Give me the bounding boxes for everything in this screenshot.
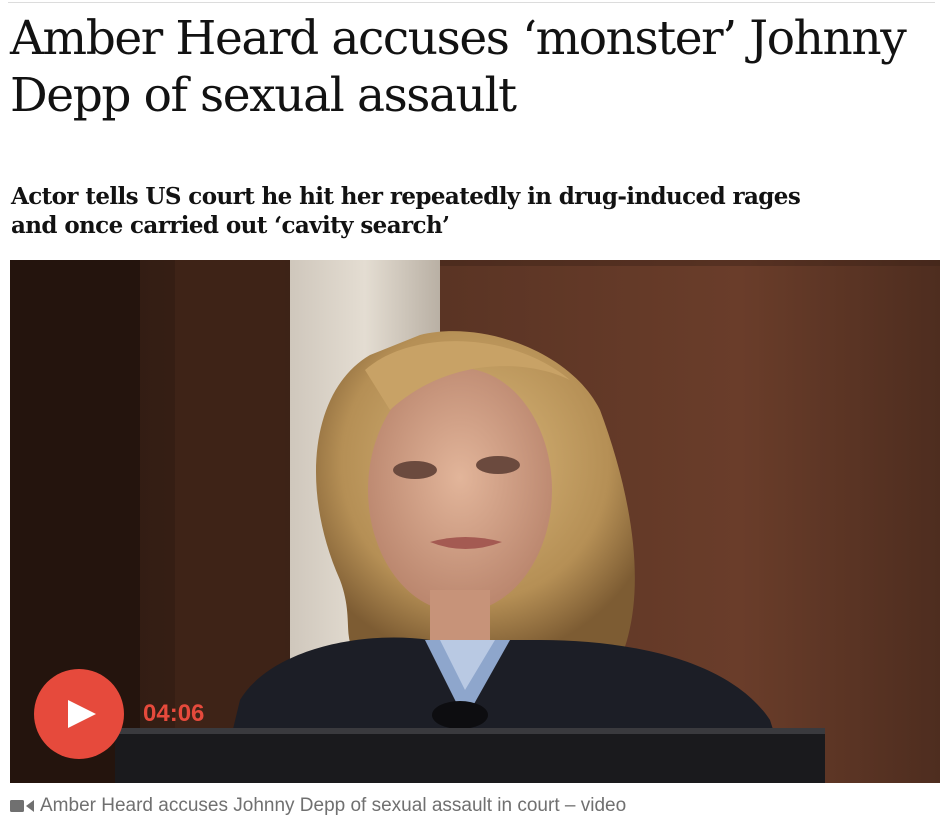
top-divider	[8, 2, 935, 3]
video-caption: Amber Heard accuses Johnny Depp of sexua…	[10, 794, 626, 818]
article-headline: Amber Heard accuses ‘monster’ Johnny Dep…	[10, 11, 907, 123]
article-standfirst: Actor tells US court he hit her repeated…	[11, 183, 801, 239]
video-player[interactable]: 04:06	[10, 260, 940, 783]
video-caption-text: Amber Heard accuses Johnny Depp of sexua…	[40, 795, 627, 816]
video-duration: 04:06	[143, 700, 205, 727]
play-icon	[68, 700, 96, 728]
video-camera-icon	[10, 799, 34, 813]
play-button[interactable]	[34, 669, 124, 759]
